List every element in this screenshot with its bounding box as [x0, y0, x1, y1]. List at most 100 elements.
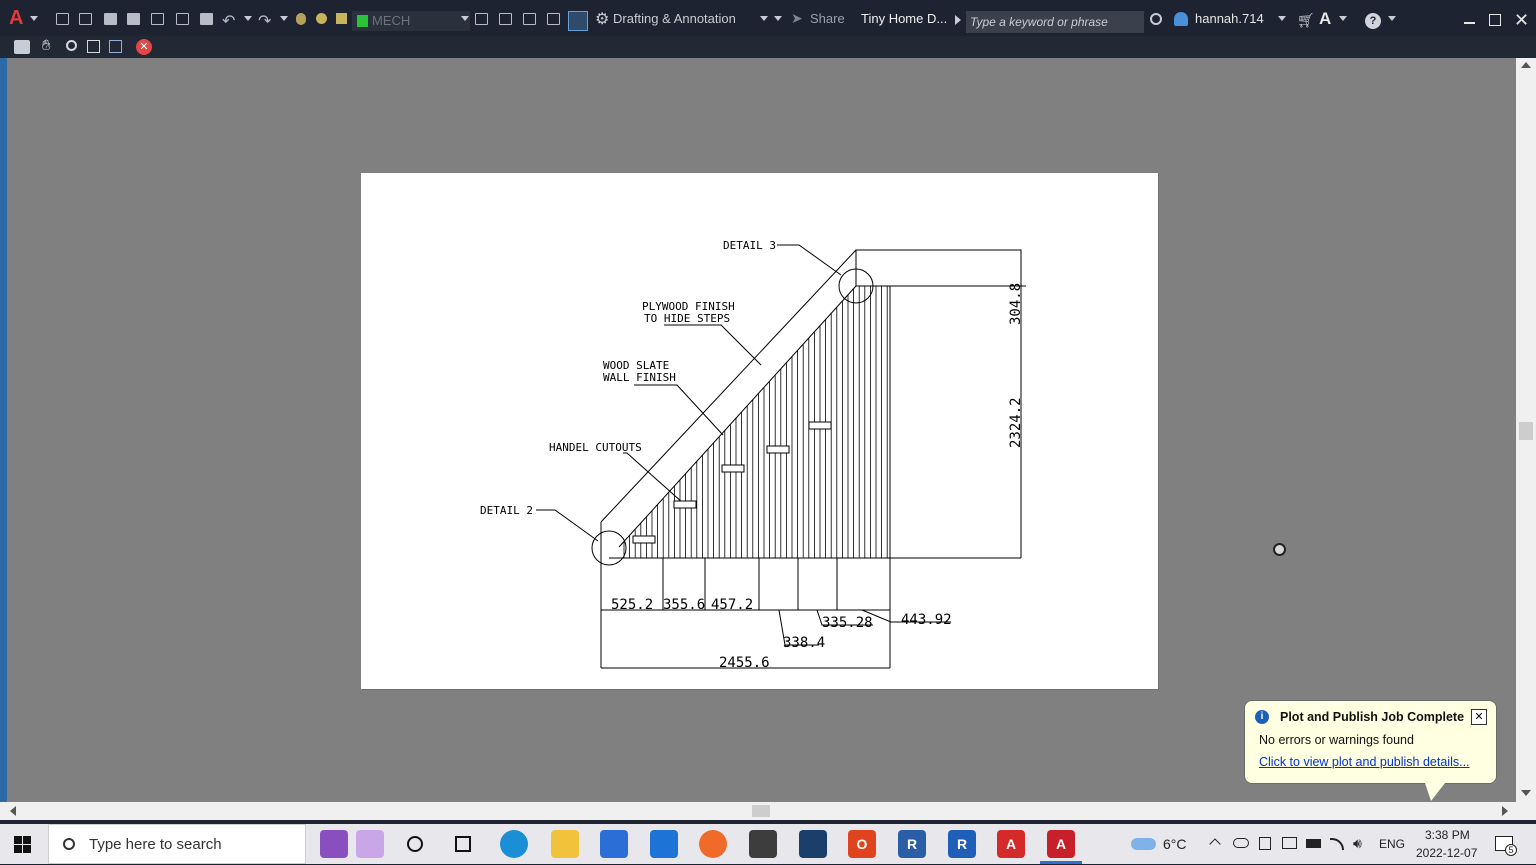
language-indicator[interactable]: ENG [1379, 837, 1405, 851]
firefox-icon[interactable] [699, 830, 727, 858]
clock-date[interactable]: 2022-12-07 [1416, 846, 1477, 860]
display-icon[interactable] [1282, 837, 1297, 849]
zoom-icon[interactable] [66, 40, 77, 51]
pan-icon[interactable]: ✋︎ [42, 37, 51, 54]
scroll-down-icon[interactable] [1521, 790, 1531, 796]
label-wood-slate-2: WALL FINISH [603, 371, 676, 384]
new-icon[interactable] [56, 13, 69, 25]
minimize-icon[interactable] [1464, 22, 1475, 24]
notification-close-icon[interactable]: ✕ [1471, 709, 1487, 725]
notes-app-icon[interactable] [356, 830, 384, 858]
scroll-up-icon[interactable] [1521, 62, 1531, 68]
office-icon[interactable]: O [848, 830, 876, 858]
workspace-chevron-down-icon[interactable] [760, 16, 768, 21]
vertical-scroll-thumb[interactable] [1519, 422, 1533, 440]
usb-device-icon[interactable] [1259, 837, 1271, 850]
sketchup-icon[interactable] [799, 830, 827, 858]
revit-icon[interactable]: R [948, 830, 976, 858]
notification-details-link[interactable]: Click to view plot and publish details..… [1259, 755, 1470, 769]
scroll-right-icon[interactable] [1502, 806, 1508, 816]
help-search-input[interactable]: Type a keyword or phrase [966, 11, 1144, 33]
cortana-icon[interactable] [407, 836, 423, 852]
mail-icon[interactable] [650, 830, 678, 858]
revit-r-icon[interactable]: R [898, 830, 926, 858]
layer-walk-icon[interactable] [547, 13, 560, 25]
a360-chevron-down-icon[interactable] [1339, 16, 1347, 21]
taskbar-search-box[interactable]: Type here to search [48, 824, 306, 864]
layer-lock-icon[interactable] [336, 13, 347, 24]
notification-count-badge: 5 [1505, 844, 1517, 856]
customize-quick-access-icon[interactable] [774, 16, 782, 21]
print-icon[interactable] [14, 40, 30, 54]
weather-cloud-icon[interactable] [1131, 838, 1156, 850]
save-icon[interactable] [104, 13, 117, 25]
open-icon[interactable] [79, 13, 92, 25]
top-landing-outline [855, 249, 1022, 287]
save-as-icon[interactable] [127, 13, 140, 25]
undo-icon[interactable]: ↶ [222, 11, 235, 31]
user-name[interactable]: hannah.714 [1195, 0, 1264, 36]
layer-on-icon[interactable] [296, 13, 306, 25]
paper-sheet: DETAIL 3 PLYWOOD FINISH TO HIDE STEPS WO… [361, 173, 1158, 689]
layer-states-icon[interactable] [523, 13, 536, 25]
notification-tail [1425, 783, 1445, 801]
weather-temp[interactable]: 6°C [1163, 836, 1187, 852]
layer-chevron-down-icon[interactable] [461, 16, 469, 21]
workspace-dropdown[interactable]: Drafting & Annotation [613, 0, 736, 36]
share-button[interactable]: Share [810, 0, 845, 36]
show-hidden-icons-chevron-up-icon[interactable] [1209, 838, 1221, 850]
undo-chevron-down-icon[interactable] [244, 16, 252, 21]
volume-icon[interactable]: 🔊︎ [1353, 835, 1362, 852]
save-to-web-icon[interactable] [176, 13, 189, 25]
autocad-icon[interactable]: A [1047, 830, 1075, 858]
autodesk-a360-icon[interactable]: A [1319, 9, 1331, 29]
clock-time[interactable]: 3:38 PM [1425, 828, 1470, 842]
close-preview-icon[interactable]: ✕ [136, 39, 152, 55]
open-from-web-icon[interactable] [151, 13, 164, 25]
edge-icon[interactable] [500, 830, 528, 858]
movie-maker-icon[interactable] [320, 830, 348, 858]
layer-match-icon[interactable] [475, 13, 488, 25]
gear-icon[interactable]: ⚙ [595, 9, 609, 29]
windows-start-icon[interactable] [14, 836, 31, 853]
onedrive-icon[interactable] [1233, 838, 1249, 848]
horizontal-scroll-thumb[interactable] [752, 805, 770, 817]
top-stringer-line [600, 249, 857, 523]
label-detail-3: DETAIL 3 [723, 239, 776, 252]
layer-previous-icon[interactable] [499, 13, 512, 25]
close-icon[interactable]: ✕ [1514, 10, 1529, 31]
horizontal-scrollbar[interactable] [0, 802, 1516, 820]
wifi-icon[interactable] [1330, 838, 1344, 850]
layer-freeze-icon[interactable] [316, 13, 327, 24]
task-view-icon[interactable] [455, 836, 471, 852]
cart-icon[interactable]: 🛒︎ [1297, 12, 1315, 29]
search-icon[interactable] [1150, 13, 1162, 25]
stair-drawing: DETAIL 3 PLYWOOD FINISH TO HIDE STEPS WO… [480, 239, 1026, 671]
user-chevron-down-icon[interactable] [1278, 16, 1286, 21]
help-chevron-down-icon[interactable] [1388, 16, 1396, 21]
zoom-original-icon[interactable] [109, 40, 122, 53]
autocad-lt-icon[interactable]: A [997, 830, 1025, 858]
redo-chevron-down-icon[interactable] [280, 16, 288, 21]
vertical-scrollbar[interactable] [1516, 58, 1536, 802]
zoom-window-icon[interactable] [87, 40, 100, 53]
help-icon[interactable]: ? [1365, 13, 1381, 29]
expand-arrow-icon[interactable] [955, 15, 961, 25]
app-menu-chevron-down-icon[interactable] [30, 16, 38, 21]
scroll-left-icon[interactable] [10, 806, 16, 816]
plot-preview-canvas[interactable]: DETAIL 3 PLYWOOD FINISH TO HIDE STEPS WO… [7, 58, 1516, 802]
maximize-icon[interactable] [1489, 14, 1501, 26]
taskbar-search-placeholder: Type here to search [89, 836, 222, 853]
battery-icon[interactable] [1306, 839, 1321, 848]
redo-icon[interactable]: ↷ [258, 11, 271, 31]
file-explorer-icon[interactable] [551, 830, 579, 858]
workspace-switch-icon[interactable] [568, 11, 588, 31]
plot-icon[interactable] [200, 13, 213, 25]
autocad-app-menu-icon[interactable]: A [9, 7, 27, 29]
share-icon[interactable]: ➤ [791, 10, 803, 27]
layer-dropdown[interactable]: MECH [352, 11, 470, 31]
store-icon[interactable] [600, 830, 628, 858]
notification-message: No errors or warnings found [1259, 733, 1414, 747]
user-icon[interactable] [1174, 12, 1188, 26]
dropbox-icon[interactable] [749, 830, 777, 858]
